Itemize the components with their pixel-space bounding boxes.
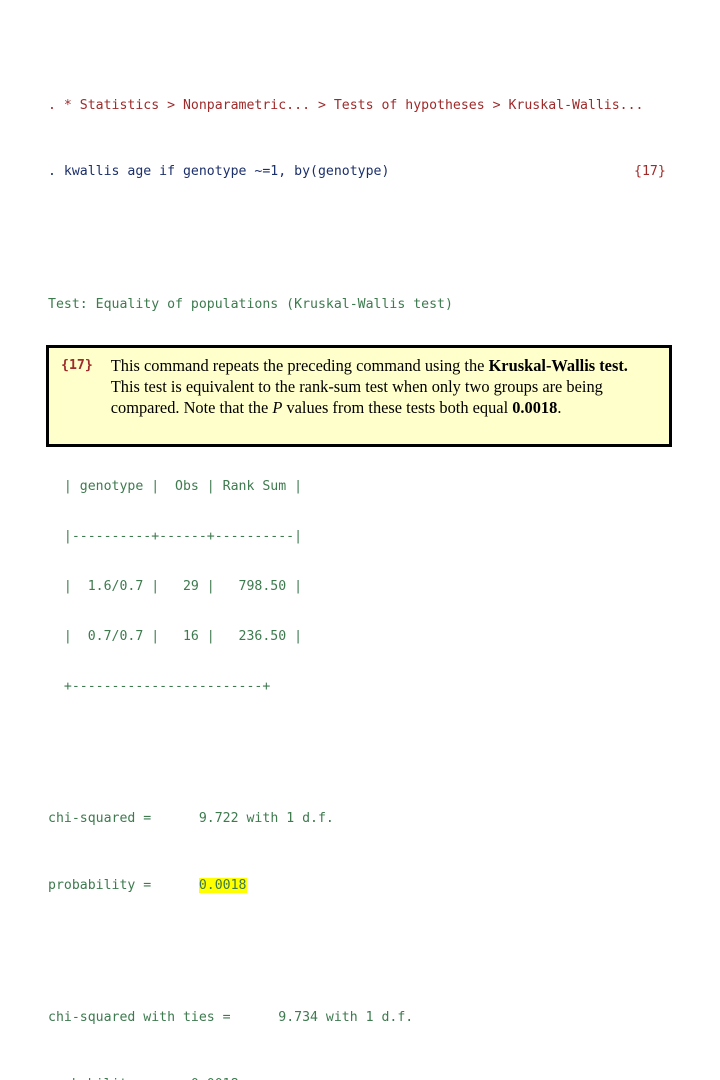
chi-squared-ties-value: 9.734 with 1 d.f. bbox=[278, 1010, 414, 1026]
probability-gap bbox=[151, 878, 199, 893]
test-header-line: Test: Equality of populations (Kruskal-W… bbox=[48, 296, 453, 312]
table-header-row: | genotype | Obs | Rank Sum | bbox=[48, 479, 303, 495]
chi-squared-gap bbox=[151, 811, 199, 826]
chi-squared-ties-line: chi-squared with ties = 9.734 with 1 d.f… bbox=[48, 1010, 712, 1027]
probability-label: probability = bbox=[48, 877, 152, 893]
chi-squared-line: chi-squared = 9.722 with 1 d.f. bbox=[48, 811, 712, 828]
note-text-part-1: This command repeats the preceding comma… bbox=[110, 356, 489, 375]
note-text-italic-p: P bbox=[272, 398, 283, 418]
note-body-text: This command repeats the preceding comma… bbox=[111, 355, 659, 419]
spacer-3 bbox=[48, 745, 712, 762]
table-bottom-rule: +------------------------+ bbox=[48, 678, 271, 694]
probability-value-highlighted: 0.0018 bbox=[198, 877, 247, 893]
command-typed-text: . kwallis age if genotype ~=1, by(genoty… bbox=[48, 164, 390, 180]
probability-line: probability = 0.0018 bbox=[48, 877, 712, 895]
note-text-bold-pvalue: 0.0018 bbox=[512, 398, 558, 418]
stata-console-output: . * Statistics > Nonparametric... > Test… bbox=[48, 48, 712, 1080]
table-mid-rule: |----------+------+----------| bbox=[48, 529, 303, 545]
chi-squared-label: chi-squared = bbox=[48, 811, 152, 827]
chi-squared-ties-gap bbox=[231, 1010, 279, 1025]
table-row: | 1.6/0.7 | 29 | 798.50 | bbox=[48, 579, 303, 594]
chi-squared-value: 9.722 with 1 d.f. bbox=[198, 811, 334, 827]
note-reference-tag: {17} bbox=[61, 358, 93, 373]
table-row: | 0.7/0.7 | 16 | 236.50 | bbox=[48, 628, 303, 644]
probability-ties-line: probability = 0.0018 bbox=[48, 1077, 712, 1080]
note-text-part-3: values from these tests both equal bbox=[282, 398, 513, 418]
spacer-4 bbox=[48, 944, 712, 961]
annotation-note-box: {17} This command repeats the preceding … bbox=[46, 345, 672, 447]
probability-ties-label: probability = bbox=[48, 1077, 151, 1080]
probability-ties-value: 0.0018 bbox=[191, 1077, 239, 1080]
spacer-1 bbox=[48, 231, 712, 248]
command-menu-path-line: . * Statistics > Nonparametric... > Test… bbox=[48, 97, 644, 113]
note-text-part-4: . bbox=[557, 398, 562, 418]
chi-squared-ties-label: chi-squared with ties = bbox=[48, 1010, 231, 1026]
note-text-bold-kruskal-wallis: Kruskal-Wallis test. bbox=[488, 356, 628, 375]
command-typed-line: . kwallis age if genotype ~=1, by(genoty… bbox=[48, 164, 712, 181]
reference-tag-top: {17} bbox=[634, 164, 666, 180]
probability-ties-gap bbox=[151, 1077, 191, 1080]
